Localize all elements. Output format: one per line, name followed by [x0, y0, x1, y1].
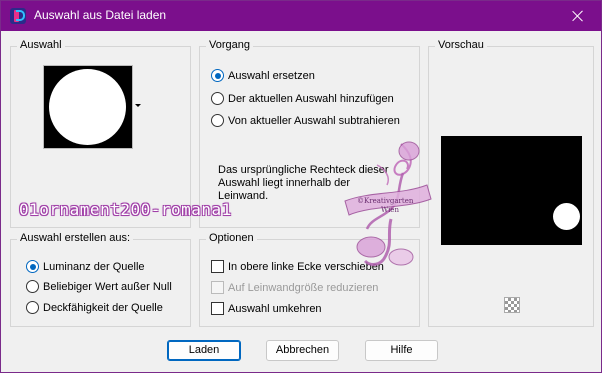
vorschau-group: Vorschau — [428, 39, 594, 327]
app-icon — [10, 8, 26, 24]
dialog-window: Auswahl aus Datei laden Auswahl Vorgang … — [0, 0, 602, 373]
abbrechen-button[interactable]: Abbrechen — [266, 340, 339, 361]
hilfe-button[interactable]: Hilfe — [365, 340, 438, 361]
window-title: Auswahl aus Datei laden — [34, 8, 167, 22]
radio-label: Auswahl ersetzen — [228, 69, 315, 82]
checkbox-leinwandgroesse: Auf Leinwandgröße reduzieren — [211, 281, 378, 294]
optionen-legend: Optionen — [206, 232, 257, 244]
checkbox-box[interactable] — [211, 260, 224, 273]
selection-shape — [49, 69, 126, 145]
radio-label: Von aktueller Auswahl subtrahieren — [228, 114, 400, 127]
vorschau-legend: Vorschau — [435, 39, 487, 51]
close-button[interactable] — [555, 1, 601, 31]
erstellen-group: Auswahl erstellen aus: Luminanz der Quel… — [10, 232, 191, 327]
preview-canvas — [441, 136, 582, 245]
radio-indicator[interactable] — [211, 92, 224, 105]
radio-auswahl-hinzufuegen[interactable]: Der aktuellen Auswahl hinzufügen — [211, 92, 394, 105]
radio-label: Deckfähigkeit der Quelle — [43, 301, 163, 314]
checkbox-label: Auf Leinwandgröße reduzieren — [228, 281, 379, 294]
ornament-stamp-line2: Wien — [381, 206, 399, 214]
radio-auswahl-ersetzen[interactable]: Auswahl ersetzen — [211, 69, 315, 82]
ornament-watermark: ©Kreativgarten Wien — [344, 141, 432, 266]
radio-indicator[interactable] — [26, 260, 39, 273]
radio-label: Beliebiger Wert außer Null — [43, 280, 172, 293]
radio-label: Luminanz der Quelle — [43, 260, 145, 273]
vorgang-legend: Vorgang — [206, 39, 253, 51]
checkbox-label: Auswahl umkehren — [228, 302, 322, 315]
watermark-text: 01ornament200-romana1 — [19, 200, 232, 219]
ornament-stamp-line1: ©Kreativgarten — [357, 197, 414, 205]
radio-auswahl-subtrahieren[interactable]: Von aktueller Auswahl subtrahieren — [211, 114, 400, 127]
erstellen-legend: Auswahl erstellen aus: — [17, 232, 134, 244]
thumbnail-dropdown-arrow-icon[interactable] — [135, 104, 141, 107]
radio-deckfaehigkeit[interactable]: Deckfähigkeit der Quelle — [26, 301, 163, 314]
checkbox-box[interactable] — [211, 302, 224, 315]
radio-indicator[interactable] — [26, 280, 39, 293]
radio-indicator[interactable] — [211, 114, 224, 127]
radio-indicator[interactable] — [211, 69, 224, 82]
preview-selection-shape — [553, 203, 580, 230]
radio-label: Der aktuellen Auswahl hinzufügen — [228, 92, 394, 105]
radio-luminanz[interactable]: Luminanz der Quelle — [26, 260, 145, 273]
checkbox-box — [211, 281, 224, 294]
laden-button[interactable]: Laden — [167, 340, 241, 361]
checkbox-auswahl-umkehren[interactable]: Auswahl umkehren — [211, 302, 322, 315]
transparency-checker-icon[interactable] — [504, 297, 520, 313]
selection-thumbnail[interactable] — [43, 65, 133, 149]
auswahl-legend: Auswahl — [17, 39, 65, 51]
radio-indicator[interactable] — [26, 301, 39, 314]
radio-beliebiger-wert[interactable]: Beliebiger Wert außer Null — [26, 280, 172, 293]
title-bar[interactable]: Auswahl aus Datei laden — [1, 1, 601, 31]
